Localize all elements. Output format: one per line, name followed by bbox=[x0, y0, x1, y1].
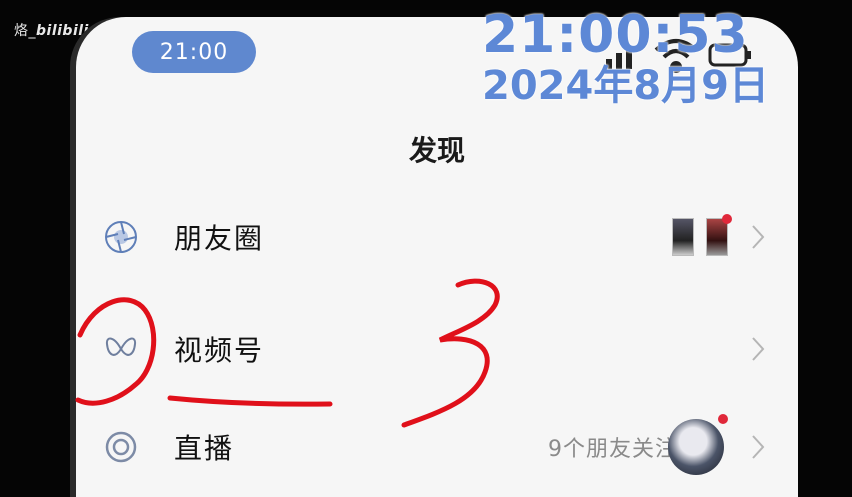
overlay-clock-time: 21:00:53 bbox=[482, 5, 749, 65]
menu-item-label: 视频号 bbox=[174, 334, 265, 367]
menu-item-channels[interactable]: 视频号 bbox=[76, 314, 798, 384]
status-time: 21:00 bbox=[132, 31, 256, 73]
moments-thumbnail bbox=[672, 218, 694, 256]
menu-item-label: 朋友圈 bbox=[174, 222, 265, 255]
moments-aperture-icon bbox=[105, 221, 137, 253]
watermark-brand: bilibili bbox=[36, 23, 89, 39]
page-title: 发现 bbox=[408, 134, 465, 167]
menu-item-label: 直播 bbox=[174, 432, 235, 465]
watermark-prefix: 烙_ bbox=[14, 23, 36, 39]
menu-item-moments[interactable]: 朋友圈 bbox=[76, 202, 798, 272]
channels-butterfly-icon bbox=[105, 337, 137, 356]
live-unread-dot bbox=[718, 414, 728, 424]
watermark: 烙_bilibili bbox=[14, 20, 89, 40]
chevron-right-icon bbox=[752, 435, 765, 459]
live-friends-following: 9个朋友关注 bbox=[548, 437, 678, 462]
overlay-clock-date: 2024年8月9日 bbox=[482, 63, 769, 109]
chevron-right-icon bbox=[752, 337, 765, 361]
overlay-clock: 21:00:53 2024年8月9日 bbox=[482, 6, 769, 108]
live-ring-icon bbox=[105, 431, 137, 463]
chevron-right-icon bbox=[752, 225, 765, 249]
menu-item-live[interactable]: 直播 9个朋友关注 bbox=[76, 412, 798, 482]
annotation-number: 3 bbox=[0, 0, 1, 1]
moments-unread-dot bbox=[722, 214, 732, 224]
avatar bbox=[668, 419, 724, 475]
